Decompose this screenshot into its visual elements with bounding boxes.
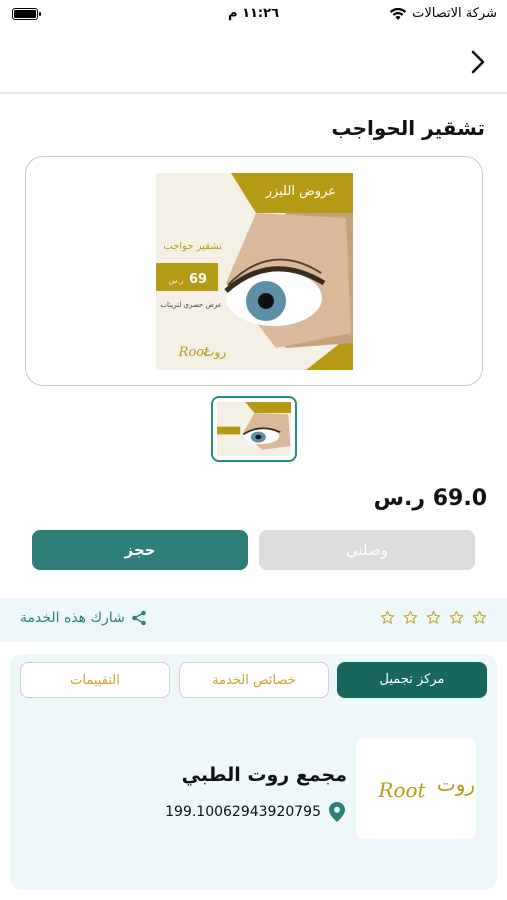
star-icon[interactable] — [449, 610, 464, 625]
status-bar: ١١:٢٦ م شركة الاتصالات — [0, 0, 507, 30]
svg-text:Root: Root — [377, 778, 426, 802]
svg-text:69: 69 — [189, 272, 207, 287]
promo-image: عروض الليزر تشقير حواجب 69 ر.س عرض حصري … — [156, 173, 353, 370]
tab-beauty-center[interactable]: مركز تجميل — [337, 662, 487, 698]
rating-stars[interactable] — [377, 610, 487, 629]
share-service-button[interactable]: شارك هذه الخدمة — [20, 610, 147, 626]
svg-text:ر.س: ر.س — [169, 277, 183, 285]
thumbnail-image — [217, 402, 291, 456]
wifi-icon — [389, 7, 407, 20]
location-pin-icon — [329, 802, 345, 822]
page-title: تشقير الحواجب — [331, 116, 485, 140]
service-price: 69.0 ر.س — [373, 486, 487, 511]
share-label: شارك هذه الخدمة — [20, 610, 125, 626]
star-icon[interactable] — [403, 610, 418, 625]
svg-text:تشقير حواجب: تشقير حواجب — [163, 241, 222, 252]
book-button[interactable]: حجز — [32, 530, 248, 570]
promo-graphic: عروض الليزر تشقير حواجب 69 ر.س عرض حصري … — [156, 173, 353, 370]
svg-text:روت: روت — [203, 345, 226, 360]
service-image-card[interactable]: عروض الليزر تشقير حواجب 69 ر.س عرض حصري … — [25, 156, 483, 386]
image-thumbnail[interactable] — [211, 396, 297, 462]
star-icon[interactable] — [472, 610, 487, 625]
star-icon[interactable] — [426, 610, 441, 625]
svg-text:عرض حصري لتريتاب: عرض حصري لتريتاب — [160, 301, 222, 309]
carrier-name: شركة الاتصالات — [412, 6, 497, 21]
svg-text:عروض الليزر: عروض الليزر — [265, 184, 336, 199]
share-icon — [132, 610, 146, 626]
location-coordinates: 199.10062943920795 — [165, 804, 321, 820]
provider-name[interactable]: مجمع روت الطبي — [182, 764, 347, 786]
provider-location[interactable]: 199.10062943920795 — [165, 802, 345, 822]
provider-logo[interactable]: Root روت — [356, 739, 476, 839]
chevron-right-icon[interactable] — [467, 48, 489, 76]
arrived-button[interactable]: وصلني — [259, 530, 475, 570]
tab-service-features[interactable]: خصائص الخدمة — [179, 662, 329, 698]
tab-reviews[interactable]: التقييمات — [20, 662, 170, 698]
share-rating-strip: شارك هذه الخدمة — [0, 598, 507, 642]
info-panel: مركز تجميل خصائص الخدمة التقييمات Root ر… — [10, 654, 497, 890]
svg-text:روت: روت — [437, 772, 475, 796]
star-icon[interactable] — [380, 610, 395, 625]
navigation-bar — [0, 30, 507, 94]
